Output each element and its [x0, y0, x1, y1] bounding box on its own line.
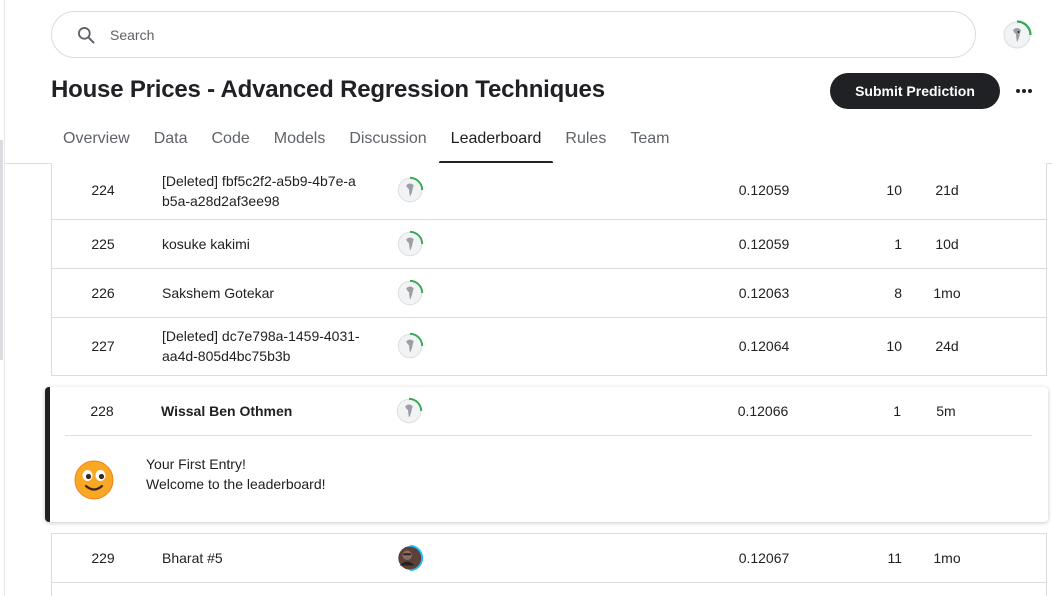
more-horizontal-icon — [1016, 89, 1032, 93]
left-scroll-shade — [0, 140, 3, 360]
smiling-face-emoji-icon — [74, 460, 114, 500]
team-member-avatar-icon[interactable] — [395, 331, 425, 361]
tab-data[interactable]: Data — [142, 130, 200, 163]
score-cell: 0.12059 — [738, 182, 790, 198]
last-submission-cell: 1mo — [933, 550, 961, 566]
last-submission-cell: 24d — [935, 338, 959, 354]
competition-tabs: Overview Data Code Models Discussion Lea… — [51, 130, 681, 164]
submit-prediction-button[interactable]: Submit Prediction — [830, 73, 1000, 109]
team-member-photo-avatar-icon[interactable] — [395, 543, 425, 573]
entries-cell: 11 — [887, 550, 902, 566]
search-icon — [78, 27, 95, 44]
entries-cell: 1 — [893, 403, 901, 419]
search-input[interactable] — [110, 24, 610, 46]
tab-team[interactable]: Team — [618, 130, 681, 163]
score-cell: 0.12066 — [737, 403, 789, 419]
more-options-button[interactable] — [1010, 78, 1038, 104]
rank-cell: 224 — [91, 182, 115, 198]
team-name-cell[interactable]: kosuke kakimi — [162, 234, 362, 254]
score-cell: 0.12067 — [738, 550, 790, 566]
tab-discussion[interactable]: Discussion — [337, 130, 438, 163]
leaderboard-row[interactable]: 226 Sakshem Gotekar 0.12063 8 1mo — [52, 269, 1046, 318]
leaderboard-row[interactable]: 225 kosuke kakimi 0.12059 1 10d — [52, 220, 1046, 269]
leaderboard-row[interactable]: 227 [Deleted] dc7e798a-1459-4031-aa4d-80… — [52, 318, 1046, 375]
entries-cell: 8 — [894, 285, 902, 301]
last-submission-cell: 21d — [935, 182, 959, 198]
team-name-cell[interactable]: Wissal Ben Othmen — [161, 401, 361, 421]
rank-cell: 228 — [90, 403, 114, 419]
highlight-bar — [45, 387, 50, 522]
first-entry-message: Your First Entry! Welcome to the leaderb… — [146, 454, 326, 494]
user-avatar-icon[interactable] — [1001, 19, 1033, 51]
team-name-cell[interactable]: [Deleted] dc7e798a-1459-4031-aa4d-805d4b… — [162, 326, 362, 366]
leaderboard-row[interactable]: 229 Bharat #5 0.12067 11 1mo — [52, 534, 1046, 583]
score-cell: 0.12059 — [738, 236, 790, 252]
tab-overview[interactable]: Overview — [51, 130, 142, 163]
entries-cell: 1 — [894, 236, 902, 252]
rank-cell: 226 — [91, 285, 115, 301]
entries-cell: 10 — [886, 182, 902, 198]
team-member-avatar-icon[interactable] — [395, 229, 425, 259]
first-entry-subtitle: Welcome to the leaderboard! — [146, 476, 326, 492]
score-cell: 0.12064 — [738, 338, 790, 354]
team-name-cell[interactable]: Bharat #5 — [162, 548, 362, 568]
team-name-cell[interactable]: Sakshem Gotekar — [162, 283, 362, 303]
leaderboard-row[interactable]: 224 [Deleted] fbf5c2f2-a5b9-4b7e-ab5a-a2… — [52, 163, 1046, 220]
last-submission-cell: 5m — [936, 403, 956, 419]
team-name-cell[interactable]: [Deleted] fbf5c2f2-a5b9-4b7e-ab5a-a28d2a… — [162, 171, 362, 211]
last-submission-cell: 1mo — [933, 285, 961, 301]
my-entry-card: 228 Wissal Ben Othmen 0.12066 1 5m Your … — [45, 387, 1048, 522]
team-member-avatar-icon[interactable] — [395, 175, 425, 205]
page-title: House Prices - Advanced Regression Techn… — [51, 76, 605, 103]
leaderboard-table: 224 [Deleted] fbf5c2f2-a5b9-4b7e-ab5a-a2… — [51, 163, 1047, 376]
tab-leaderboard[interactable]: Leaderboard — [438, 130, 554, 164]
team-member-avatar-icon[interactable] — [394, 396, 424, 426]
entries-cell: 10 — [886, 338, 902, 354]
tab-code[interactable]: Code — [199, 130, 261, 163]
rank-cell: 229 — [91, 550, 115, 566]
team-member-avatar-icon[interactable] — [395, 278, 425, 308]
leaderboard-table-continued: 229 Bharat #5 0.12067 11 1mo — [51, 533, 1047, 596]
tab-models[interactable]: Models — [262, 130, 338, 163]
leaderboard-row-partial[interactable] — [52, 583, 1046, 596]
last-submission-cell: 10d — [935, 236, 959, 252]
my-entry-row[interactable]: 228 Wissal Ben Othmen 0.12066 1 5m — [51, 387, 1048, 435]
rank-cell: 227 — [91, 338, 115, 354]
card-divider — [65, 435, 1032, 436]
first-entry-title: Your First Entry! — [146, 456, 246, 472]
tab-rules[interactable]: Rules — [553, 130, 618, 163]
rank-cell: 225 — [91, 236, 115, 252]
score-cell: 0.12063 — [738, 285, 790, 301]
